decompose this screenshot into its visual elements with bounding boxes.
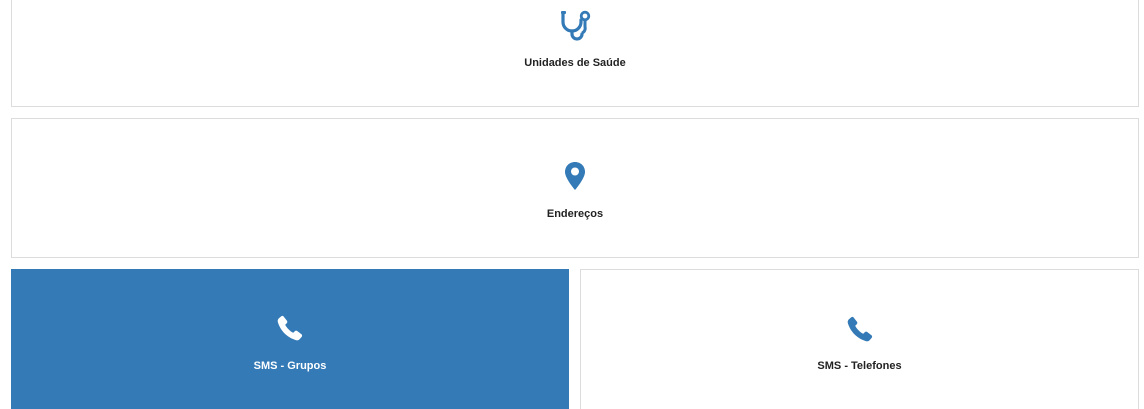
menu-tiles-page: Unidades de Saúde Endereços SMS - Grupos…	[0, 0, 1144, 409]
tile-label: SMS - Grupos	[253, 360, 327, 372]
tile-label: SMS - Telefones	[817, 360, 902, 372]
phone-icon	[276, 314, 304, 342]
tile-label: Unidades de Saúde	[524, 57, 626, 69]
phone-icon	[846, 315, 874, 343]
tile-enderecos[interactable]: Endereços	[11, 118, 1139, 258]
tile-sms-telefones[interactable]: SMS - Telefones	[580, 269, 1139, 409]
tile-sms-grupos[interactable]: SMS - Grupos	[11, 269, 569, 409]
map-marker-icon	[564, 161, 586, 191]
tile-label: Endereços	[546, 208, 604, 220]
tile-unidades-de-saude[interactable]: Unidades de Saúde	[11, 0, 1139, 107]
stethoscope-icon	[559, 9, 591, 43]
